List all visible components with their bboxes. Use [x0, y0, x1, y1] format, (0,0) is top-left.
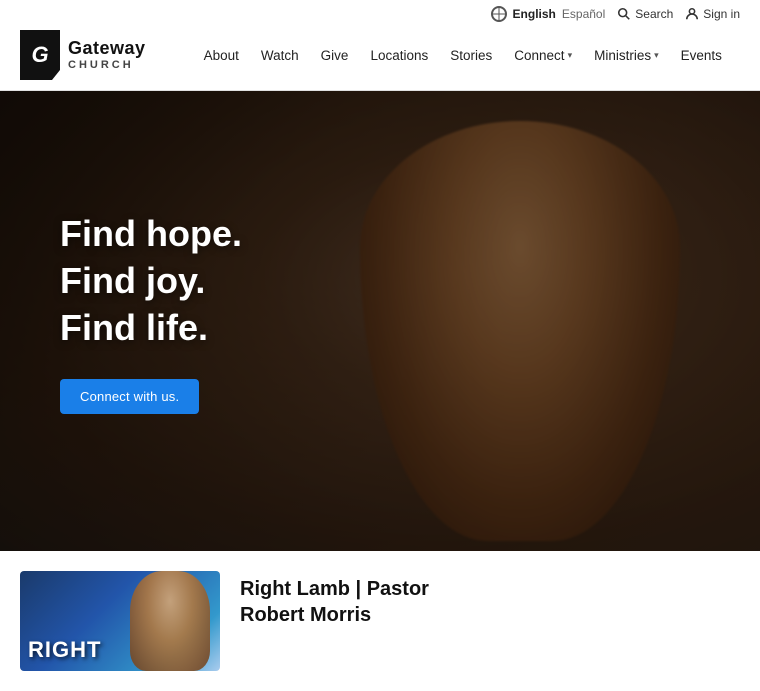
signin-label: Sign in	[703, 7, 740, 21]
site-header: English Español Search Sign in G Gat	[0, 0, 760, 91]
ministries-label: Ministries	[594, 48, 651, 63]
user-icon	[685, 7, 699, 21]
ministries-chevron-icon: ▾	[654, 50, 659, 61]
hero-cta-button[interactable]: Connect with us.	[60, 379, 199, 414]
nav-item-ministries[interactable]: Ministries ▾	[594, 48, 659, 63]
hero-section: Find hope. Find joy. Find life. Connect …	[0, 91, 760, 551]
video-thumbnail[interactable]: RIGHT	[20, 571, 220, 671]
header-topbar: English Español Search Sign in	[0, 0, 760, 22]
hero-headline-line2: Find joy.	[60, 258, 700, 305]
search-label: Search	[635, 7, 673, 21]
nav-item-connect[interactable]: Connect ▾	[514, 48, 572, 63]
logo-icon-block: G	[20, 30, 60, 80]
search-button[interactable]: Search	[617, 7, 673, 21]
site-logo[interactable]: G Gateway CHURCH	[20, 30, 146, 80]
hero-content: Find hope. Find joy. Find life. Connect …	[0, 91, 760, 534]
main-nav: About Watch Give Locations Stories Conne…	[186, 48, 740, 63]
thumbnail-overlay-text: RIGHT	[28, 637, 101, 663]
nav-item-events[interactable]: Events	[681, 48, 722, 63]
hero-headline-line3: Find life.	[60, 305, 700, 352]
logo-gateway-text: Gateway	[68, 39, 146, 59]
card-title-line2: Robert Morris	[240, 602, 740, 628]
hero-headline-line1: Find hope.	[60, 211, 700, 258]
language-switcher[interactable]: English Español	[491, 6, 606, 22]
logo-text-block: Gateway CHURCH	[68, 39, 146, 71]
connect-chevron-icon: ▾	[568, 50, 573, 61]
logo-church-text: CHURCH	[68, 59, 146, 71]
search-icon	[617, 7, 631, 21]
globe-icon	[491, 6, 507, 22]
nav-item-about[interactable]: About	[204, 48, 239, 63]
connect-label: Connect	[514, 48, 564, 63]
espanol-language-option[interactable]: Español	[562, 7, 605, 21]
nav-item-watch[interactable]: Watch	[261, 48, 299, 63]
logo-letter: G	[31, 44, 48, 66]
card-title-line1: Right Lamb | Pastor	[240, 576, 740, 602]
card-text-block: Right Lamb | Pastor Robert Morris	[240, 571, 740, 671]
nav-item-stories[interactable]: Stories	[450, 48, 492, 63]
hero-headline: Find hope. Find joy. Find life.	[60, 211, 700, 351]
header-main: G Gateway CHURCH About Watch Give Locati…	[0, 22, 760, 90]
thumbnail-person-image	[130, 571, 210, 671]
signin-button[interactable]: Sign in	[685, 7, 740, 21]
card-title: Right Lamb | Pastor Robert Morris	[240, 576, 740, 628]
english-language-option[interactable]: English	[513, 7, 556, 21]
nav-item-locations[interactable]: Locations	[370, 48, 428, 63]
bottom-section: RIGHT Right Lamb | Pastor Robert Morris	[0, 551, 760, 691]
nav-item-give[interactable]: Give	[321, 48, 349, 63]
